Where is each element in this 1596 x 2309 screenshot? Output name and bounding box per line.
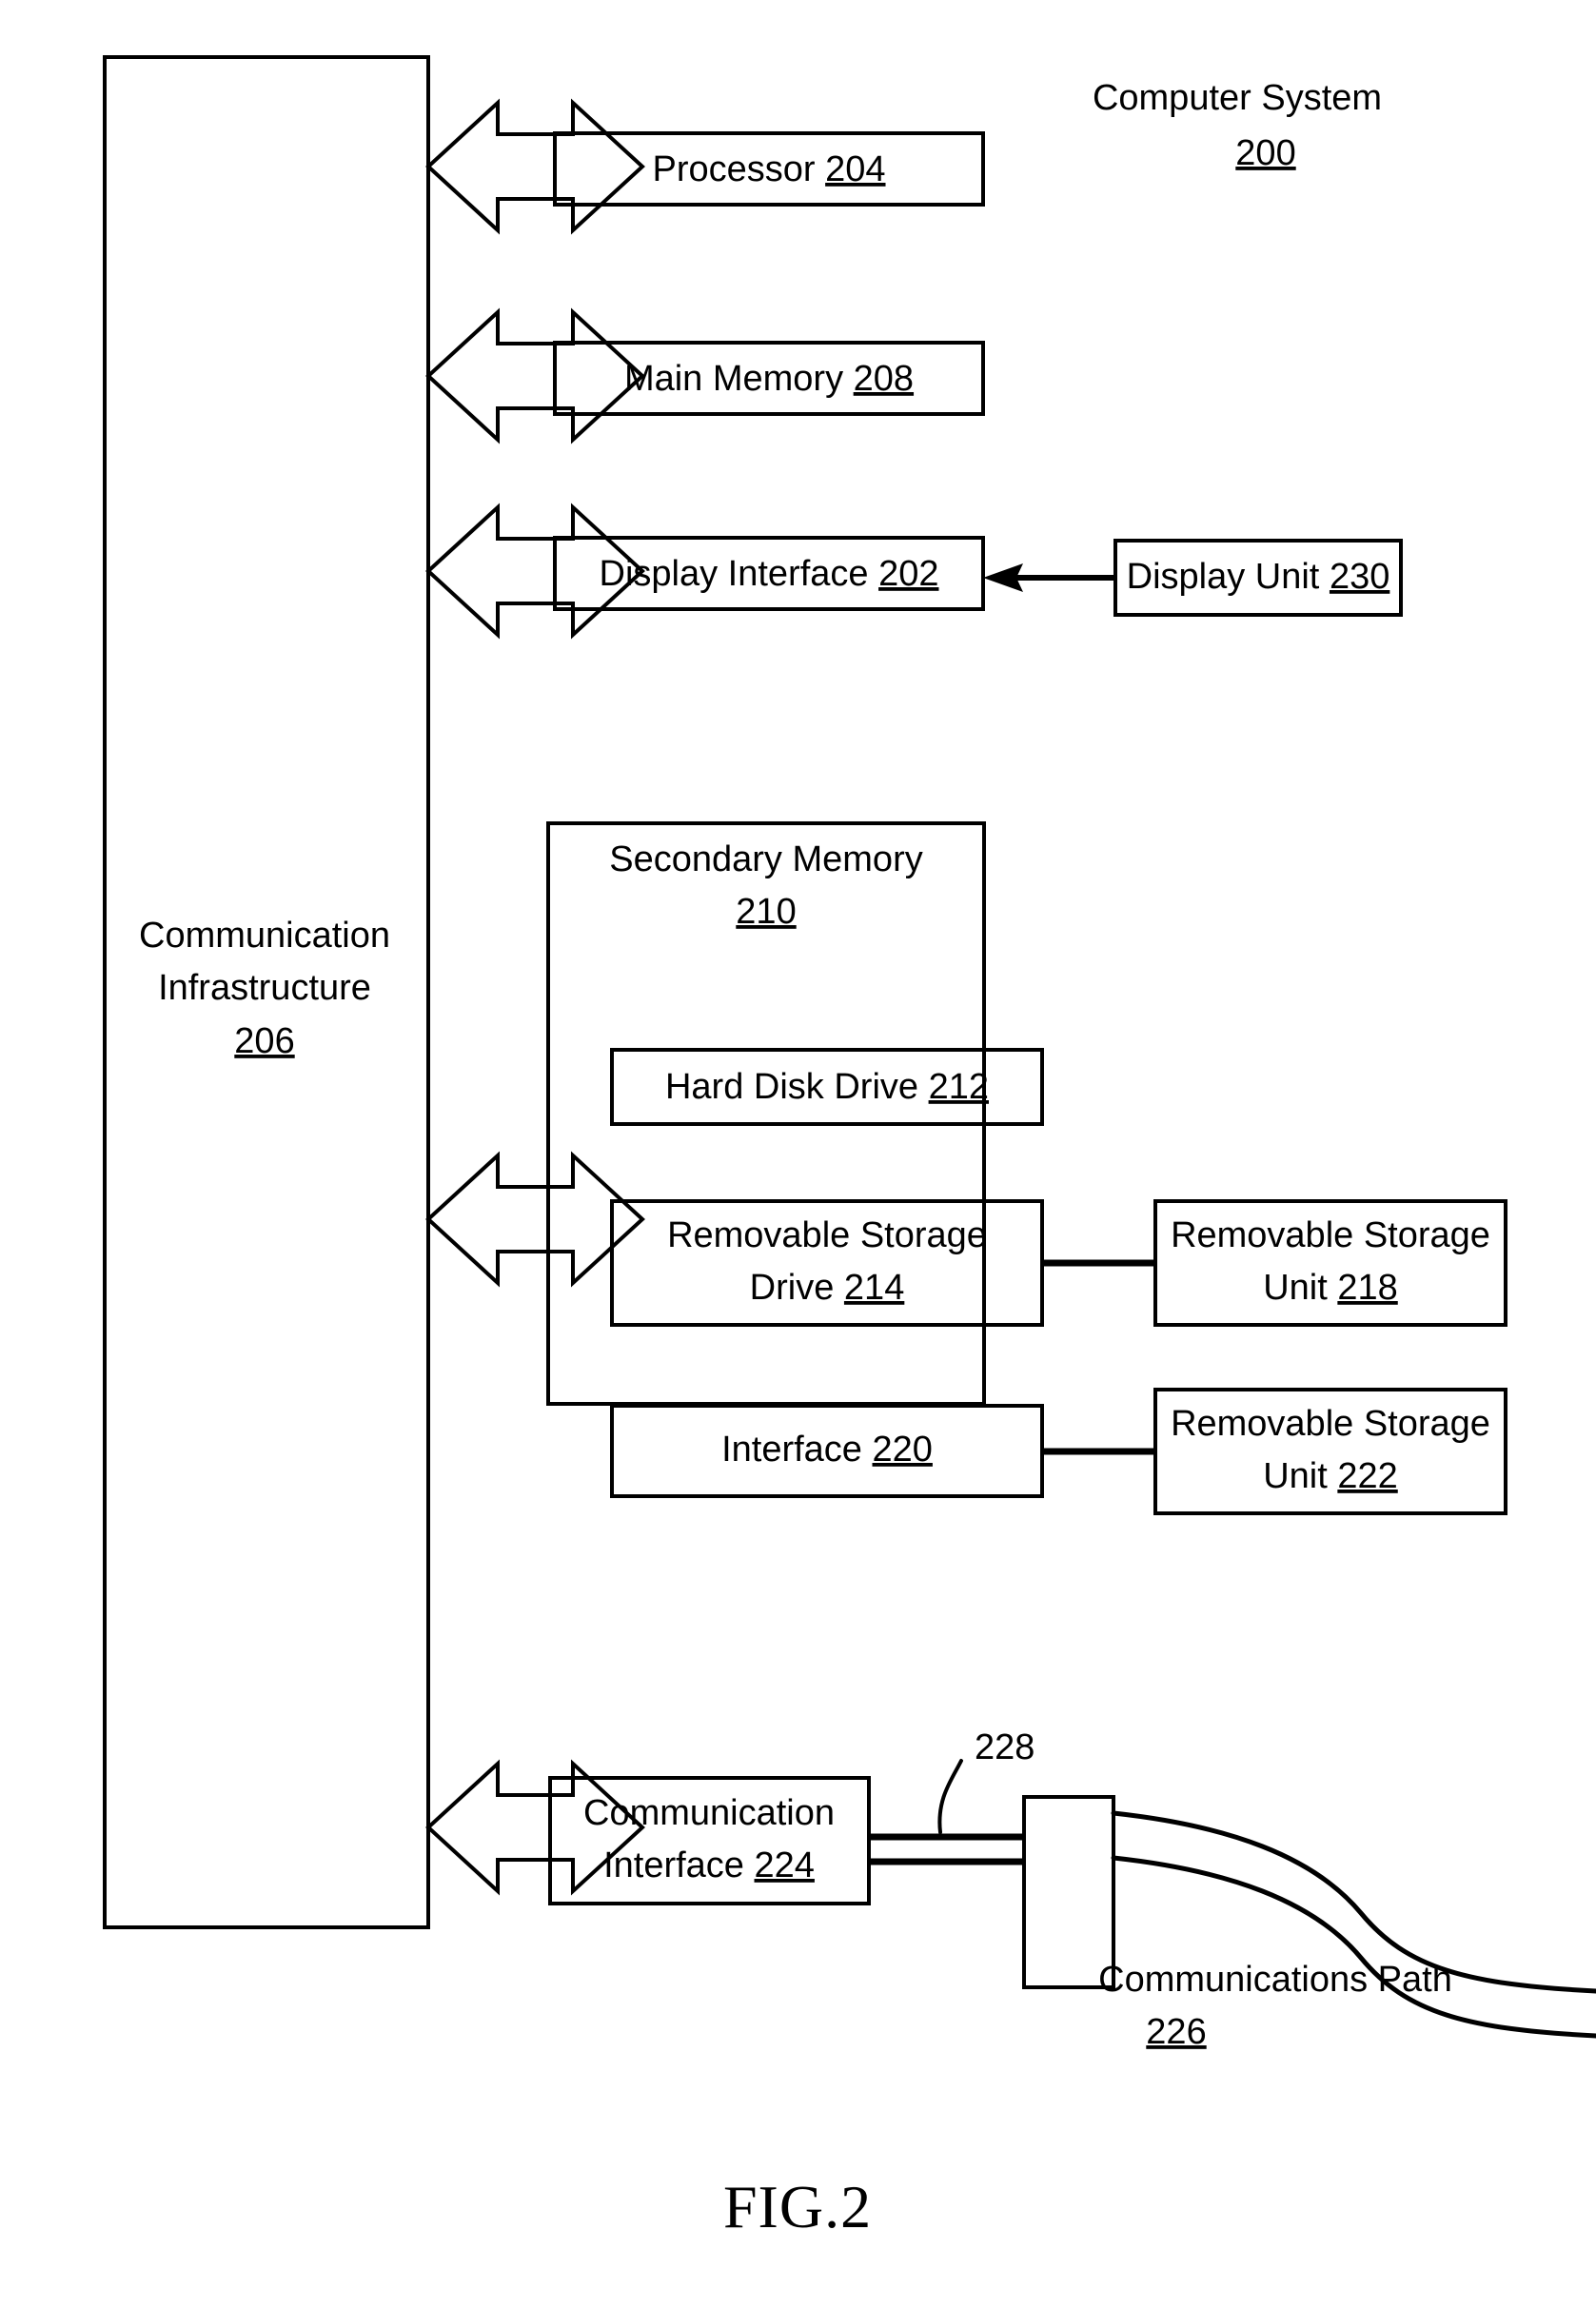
figure-caption: FIG.2 xyxy=(723,2173,872,2240)
communications-path-ref: 226 xyxy=(1146,2012,1206,2052)
display-interface-label: Display Interface 202 xyxy=(600,554,939,594)
secondary-memory-label: Secondary Memory xyxy=(609,839,922,879)
bus-main-memory-arrow xyxy=(425,307,645,444)
processor-label: Processor 204 xyxy=(652,149,885,189)
communication-infrastructure-line2: Infrastructure xyxy=(158,968,371,1008)
figure-title-label: Computer System xyxy=(1093,78,1382,118)
communication-interface-label-line2: Interface 224 xyxy=(603,1845,815,1885)
patent-figure-diagram: Processor 204 Main Memory 208 Display In… xyxy=(103,55,1596,2240)
removable-storage-drive-label-line1: Removable Storage xyxy=(667,1215,987,1255)
display-unit-to-interface-arrow xyxy=(983,563,1115,592)
interface-220-label: Interface 220 xyxy=(721,1430,933,1470)
communication-infrastructure-ref: 206 xyxy=(234,1021,294,1061)
communications-path-label: Communications Path xyxy=(1098,1960,1452,2000)
display-unit-label: Display Unit 230 xyxy=(1127,557,1390,597)
removable-storage-unit-218-label-line1: Removable Storage xyxy=(1171,1215,1490,1255)
figure-page: Processor 204 Main Memory 208 Display In… xyxy=(0,0,1596,2309)
connector-228-leader xyxy=(937,1759,963,1834)
communication-interface-label-line1: Communication xyxy=(583,1793,835,1833)
main-memory-label: Main Memory 208 xyxy=(624,359,914,399)
communications-path-connector-block xyxy=(1022,1795,1115,1989)
removable-storage-unit-218-label-line2: Unit 218 xyxy=(1263,1268,1398,1308)
communications-path-wave-lower xyxy=(1111,1855,1596,2039)
communication-infrastructure-line1: Communication xyxy=(139,916,390,956)
hard-disk-drive-label: Hard Disk Drive 212 xyxy=(665,1067,989,1107)
secondary-memory-ref: 210 xyxy=(736,892,796,932)
figure-title-ref: 200 xyxy=(1235,133,1295,173)
removable-storage-unit-222-label-line1: Removable Storage xyxy=(1171,1404,1490,1444)
bus-processor-arrow xyxy=(425,98,645,235)
removable-storage-drive-label-line2: Drive 214 xyxy=(750,1268,905,1308)
connector-228-ref: 228 xyxy=(975,1727,1034,1767)
removable-storage-unit-222-label-line2: Unit 222 xyxy=(1263,1456,1398,1496)
